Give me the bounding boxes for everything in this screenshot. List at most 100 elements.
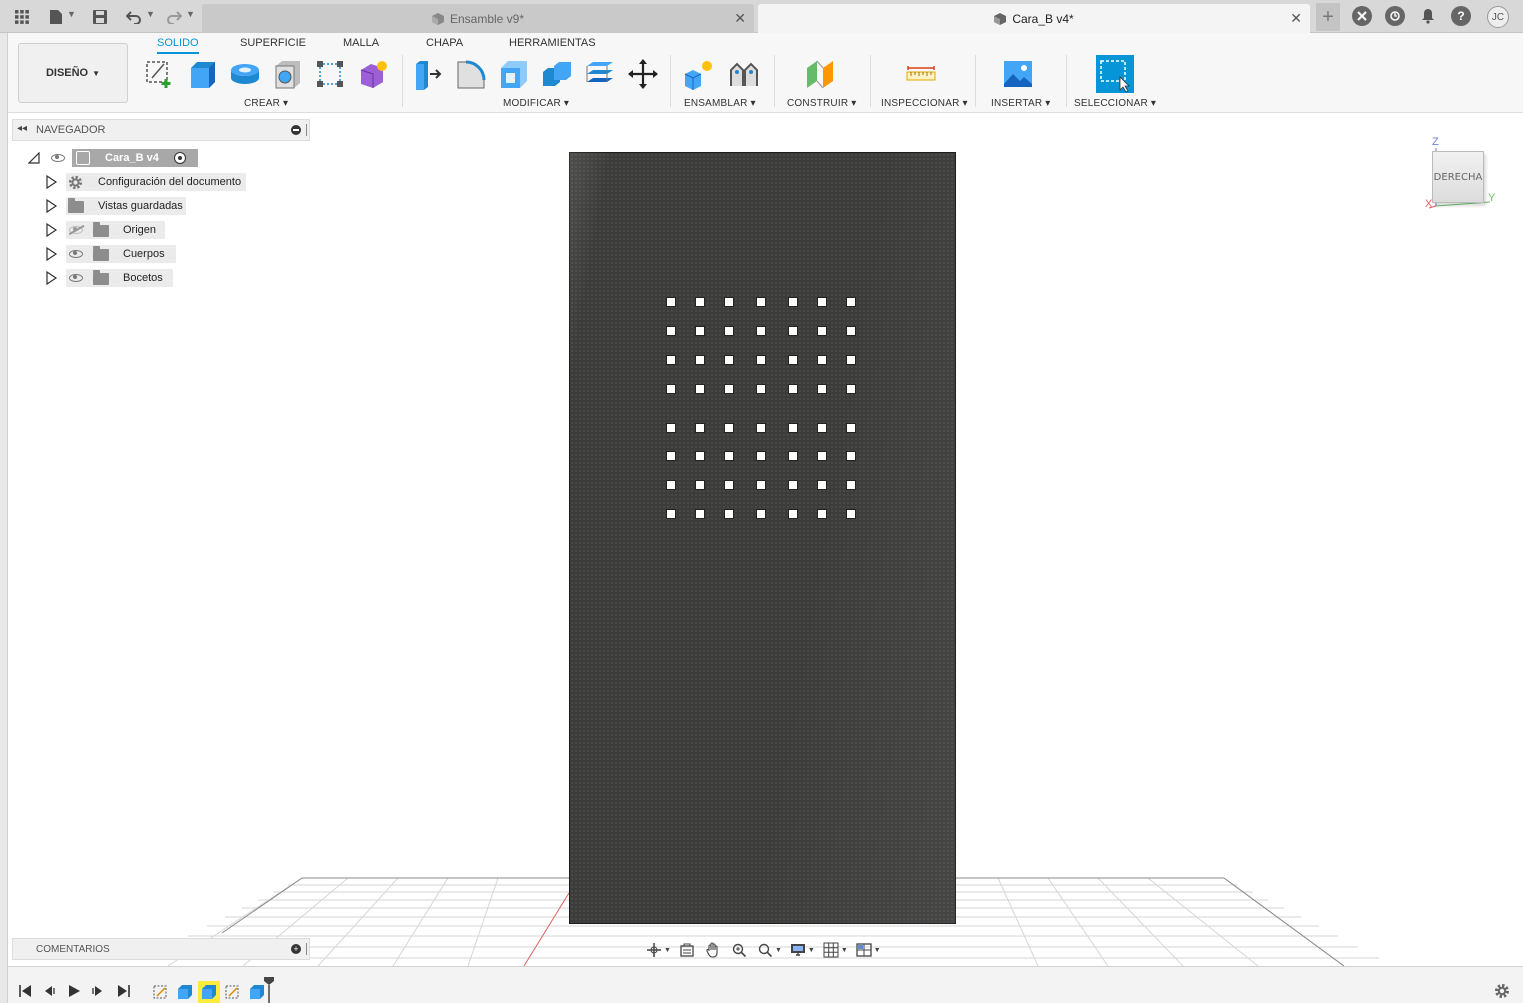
hole[interactable] [788,384,798,394]
fit-zoom-icon[interactable] [755,941,775,959]
hole[interactable] [788,326,798,336]
hole[interactable] [695,355,705,365]
hole[interactable] [846,509,856,519]
visibility-eye-icon[interactable] [51,154,65,162]
hole[interactable] [666,326,676,336]
hole[interactable] [724,423,734,433]
hole[interactable] [788,480,798,490]
panel-grip-icon[interactable] [306,124,308,136]
group-ensamblar-button[interactable]: ENSAMBLAR ▾ [684,98,756,109]
grid-settings-icon[interactable] [821,941,841,959]
pattern-icon[interactable] [314,58,346,90]
tree-item[interactable]: Cuerpos [0,245,260,263]
fillet-icon[interactable] [455,58,487,90]
viewports-caret-icon[interactable]: ▼ [874,947,881,954]
hole[interactable] [788,355,798,365]
expand-arrow-icon[interactable] [46,246,58,264]
hole[interactable] [817,384,827,394]
group-seleccionar-button[interactable]: SELECCIONAR ▾ [1074,98,1156,109]
hole[interactable] [756,297,766,307]
press-pull-icon[interactable] [412,58,444,90]
hole-icon[interactable] [272,58,304,90]
hole[interactable] [666,297,676,307]
hole[interactable] [666,355,676,365]
hole[interactable] [846,326,856,336]
timeline-sketch-icon[interactable] [152,983,170,1001]
collapse-panel-icon[interactable]: ◂◂ [17,123,27,134]
hole[interactable] [846,423,856,433]
visibility-eye-icon[interactable] [69,250,83,258]
hole[interactable] [695,326,705,336]
viewcube-face-derecha[interactable]: DERECHA [1432,151,1484,203]
hole[interactable] [724,326,734,336]
apps-grid-icon[interactable] [12,7,32,27]
hole[interactable] [788,423,798,433]
hole[interactable] [817,451,827,461]
hole[interactable] [695,384,705,394]
extensions-icon[interactable] [1352,6,1372,26]
group-modificar-button[interactable]: MODIFICAR ▾ [503,98,569,109]
user-avatar[interactable]: JC [1487,6,1509,28]
notifications-bell-icon[interactable] [1418,6,1438,26]
go-to-end-icon[interactable] [117,984,131,1001]
combine-icon[interactable] [541,58,573,90]
hole[interactable] [756,423,766,433]
hole[interactable] [846,384,856,394]
tab-chapa[interactable]: CHAPA [426,37,463,49]
redo-caret-icon[interactable]: ▼ [186,9,195,19]
create-form-icon[interactable] [357,58,389,90]
display-caret-icon[interactable]: ▼ [808,947,815,954]
timeline-extrude-icon[interactable] [176,983,194,1001]
shell-icon[interactable] [498,58,530,90]
tab-cara-b[interactable]: Cara_B v4* ✕ [758,4,1310,33]
hole[interactable] [817,509,827,519]
expand-arrow-icon[interactable] [46,174,58,192]
expand-arrow-icon[interactable] [46,198,58,216]
hole[interactable] [846,451,856,461]
job-status-icon[interactable] [1385,6,1405,26]
hole[interactable] [666,384,676,394]
tab-ensamble[interactable]: Ensamble v9* ✕ [202,4,754,33]
hole[interactable] [756,326,766,336]
orbit-caret-icon[interactable]: ▼ [664,947,671,954]
grid-caret-icon[interactable]: ▼ [841,947,848,954]
timeline-sketch-icon[interactable] [224,983,242,1001]
look-at-icon[interactable] [677,941,697,959]
hole[interactable] [756,509,766,519]
step-back-icon[interactable] [42,984,56,1001]
extrude-icon[interactable] [187,58,219,90]
tab-superficie[interactable]: SUPERFICIE [240,37,306,49]
tab-solido[interactable]: SOLIDO [157,37,199,54]
timeline-extrude-selected-icon[interactable] [198,981,220,1003]
hole[interactable] [846,355,856,365]
close-icon[interactable]: ✕ [734,10,746,27]
offset-plane-icon[interactable] [804,58,836,90]
expand-arrow-icon[interactable] [46,270,58,288]
new-component-icon[interactable] [683,58,715,90]
window-select-icon[interactable] [1096,55,1134,93]
zoom-caret-icon[interactable]: ▼ [775,947,782,954]
hole[interactable] [756,451,766,461]
hole[interactable] [788,297,798,307]
add-comment-icon[interactable]: + [291,944,301,954]
create-sketch-icon[interactable] [144,58,176,90]
undo-icon[interactable] [124,7,144,27]
group-construir-button[interactable]: CONSTRUIR ▾ [787,98,856,109]
comments-panel-header[interactable]: COMENTARIOS + [12,938,310,960]
group-insertar-button[interactable]: INSERTAR ▾ [991,98,1050,109]
insert-image-icon[interactable] [1002,58,1034,90]
tree-item[interactable]: Origen [0,221,260,239]
zoom-icon[interactable] [729,941,749,959]
timeline-marker-icon[interactable] [264,977,274,1003]
hole[interactable] [817,355,827,365]
panel-grip-icon[interactable] [306,943,308,955]
orbit-icon[interactable] [644,941,664,959]
browser-navigator-header[interactable]: ◂◂ NAVEGADOR [12,119,310,141]
expand-arrow-icon[interactable] [46,222,58,240]
tree-root[interactable]: Cara_B v4 [28,149,198,167]
joint-icon[interactable] [727,58,759,90]
hole[interactable] [788,451,798,461]
tab-herramientas[interactable]: HERRAMIENTAS [509,37,596,49]
hole[interactable] [756,384,766,394]
hole[interactable] [666,451,676,461]
